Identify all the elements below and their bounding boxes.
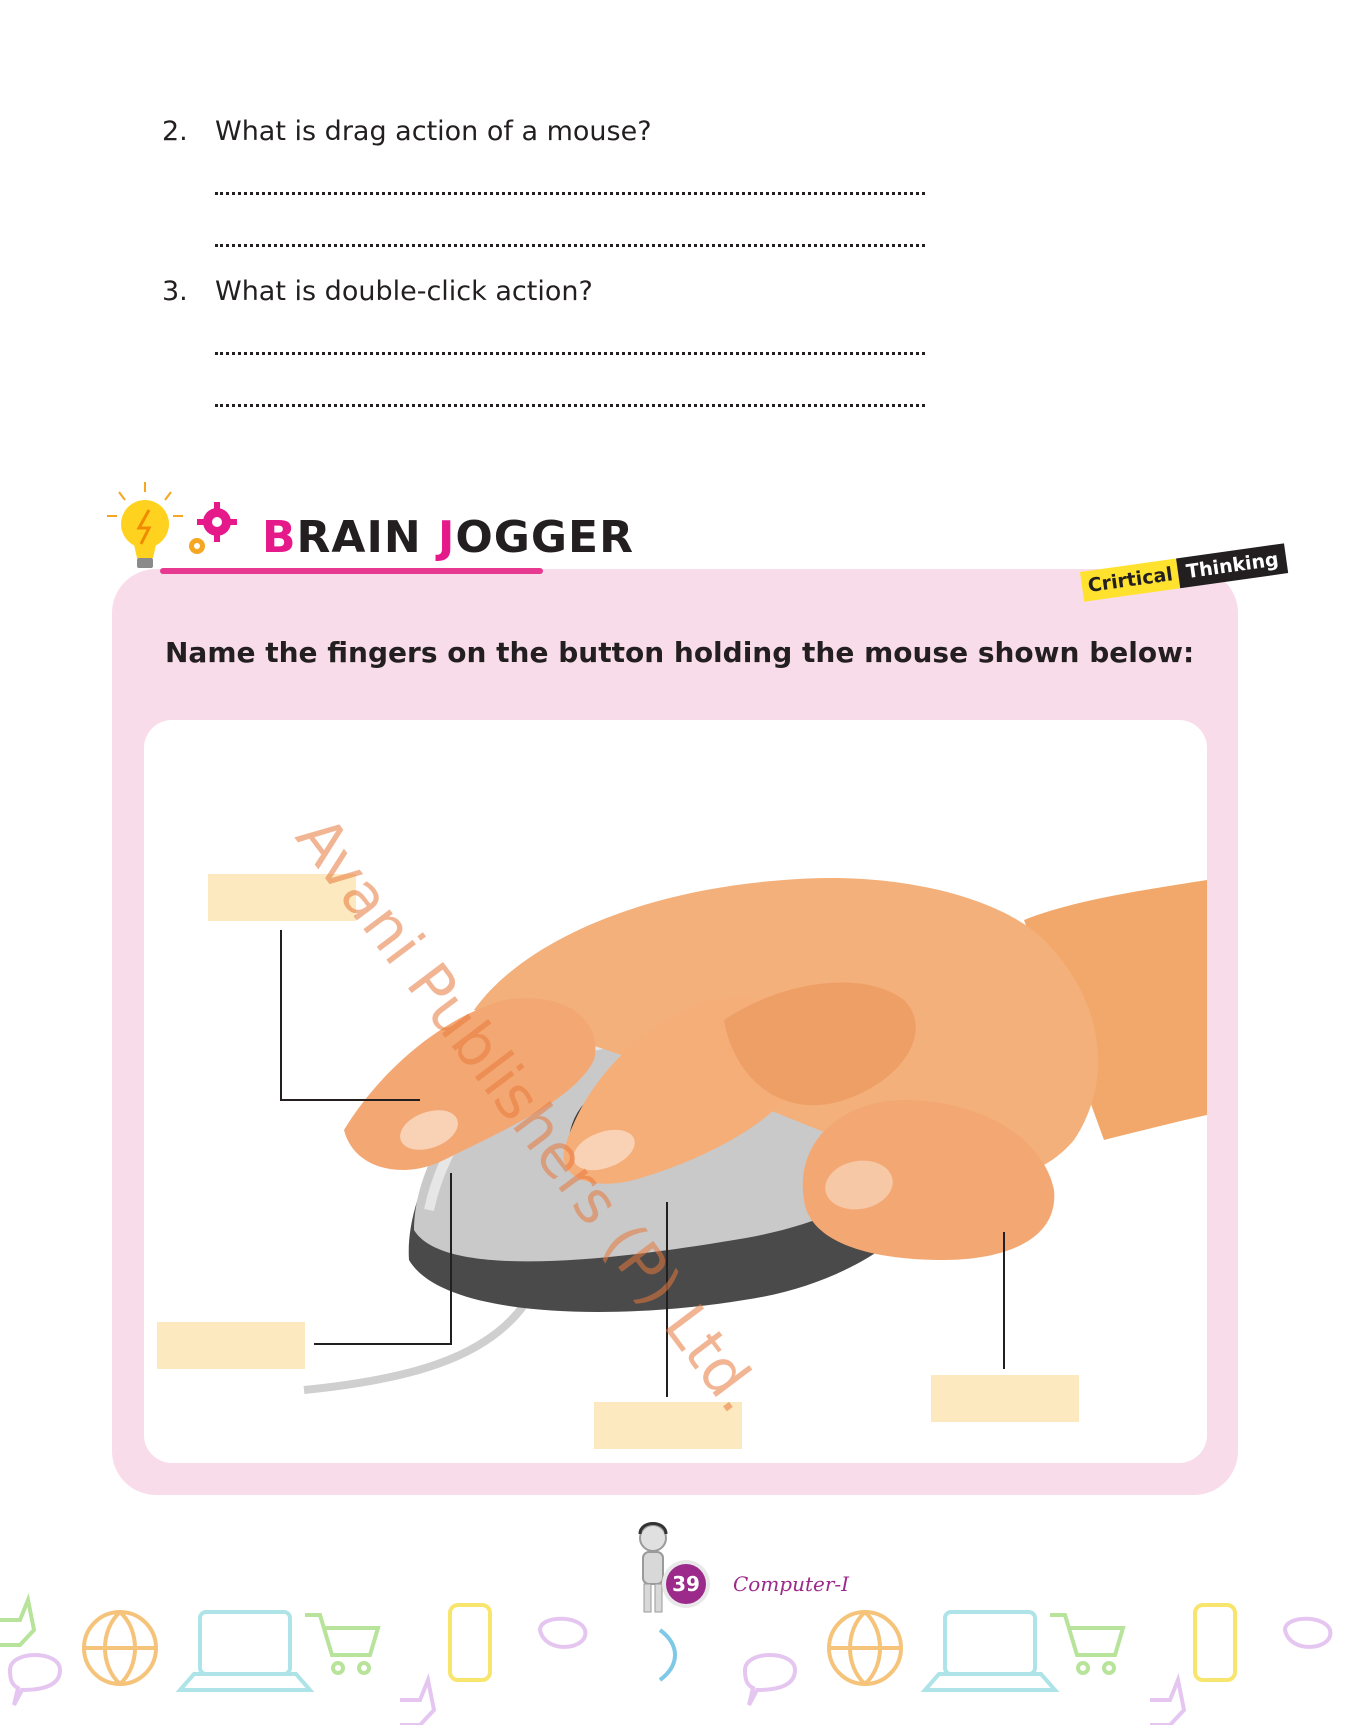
chat-bubble-icon [742, 1653, 798, 1706]
question-number: 2. [162, 116, 188, 147]
book-name: Computer-I [733, 1572, 850, 1596]
leader-line [280, 930, 282, 1101]
leader-line [1003, 1232, 1005, 1369]
gear-icon [189, 502, 237, 554]
answer-line[interactable] [215, 244, 925, 247]
finger-label-box[interactable] [594, 1402, 742, 1449]
mouse-icon [537, 1616, 588, 1649]
leader-line [314, 1343, 452, 1345]
page-number: 39 [666, 1564, 706, 1604]
mouse-icon [1282, 1616, 1333, 1649]
finger-label-box[interactable] [931, 1375, 1079, 1422]
title-letter: B [262, 512, 297, 563]
leader-line [450, 1173, 452, 1345]
thumbs-up-icon [0, 1593, 37, 1647]
cart-icon [1050, 1613, 1126, 1657]
title-part: RAIN [296, 512, 438, 563]
section-title: BRAIN JOGGER [262, 512, 634, 563]
leader-line [280, 1099, 420, 1101]
chat-bubble-icon [7, 1653, 63, 1706]
cart-icon [305, 1613, 381, 1657]
lightbulb-icon [107, 482, 183, 568]
answer-line[interactable] [215, 192, 925, 195]
laptop-icon [943, 1610, 1037, 1676]
phone-icon [448, 1603, 492, 1682]
question-text: What is double-click action? [215, 276, 593, 307]
title-part: OGGER [455, 512, 634, 563]
answer-line[interactable] [215, 352, 925, 355]
question-text: What is drag action of a mouse? [215, 116, 652, 147]
thumbs-up-icon [1150, 1673, 1187, 1725]
thumbs-up-icon [400, 1673, 437, 1725]
finger-label-box[interactable] [208, 874, 356, 921]
badge-part2: Thinking [1176, 543, 1289, 589]
laptop-icon [198, 1610, 292, 1676]
question-number: 3. [162, 276, 188, 307]
answer-line[interactable] [215, 404, 925, 407]
phone-icon [1193, 1603, 1237, 1682]
title-underline [160, 568, 543, 574]
finger-label-box[interactable] [157, 1322, 305, 1369]
instruction-text: Name the fingers on the button holding t… [165, 636, 1195, 669]
title-letter: J [438, 512, 456, 563]
leader-line [666, 1202, 668, 1397]
